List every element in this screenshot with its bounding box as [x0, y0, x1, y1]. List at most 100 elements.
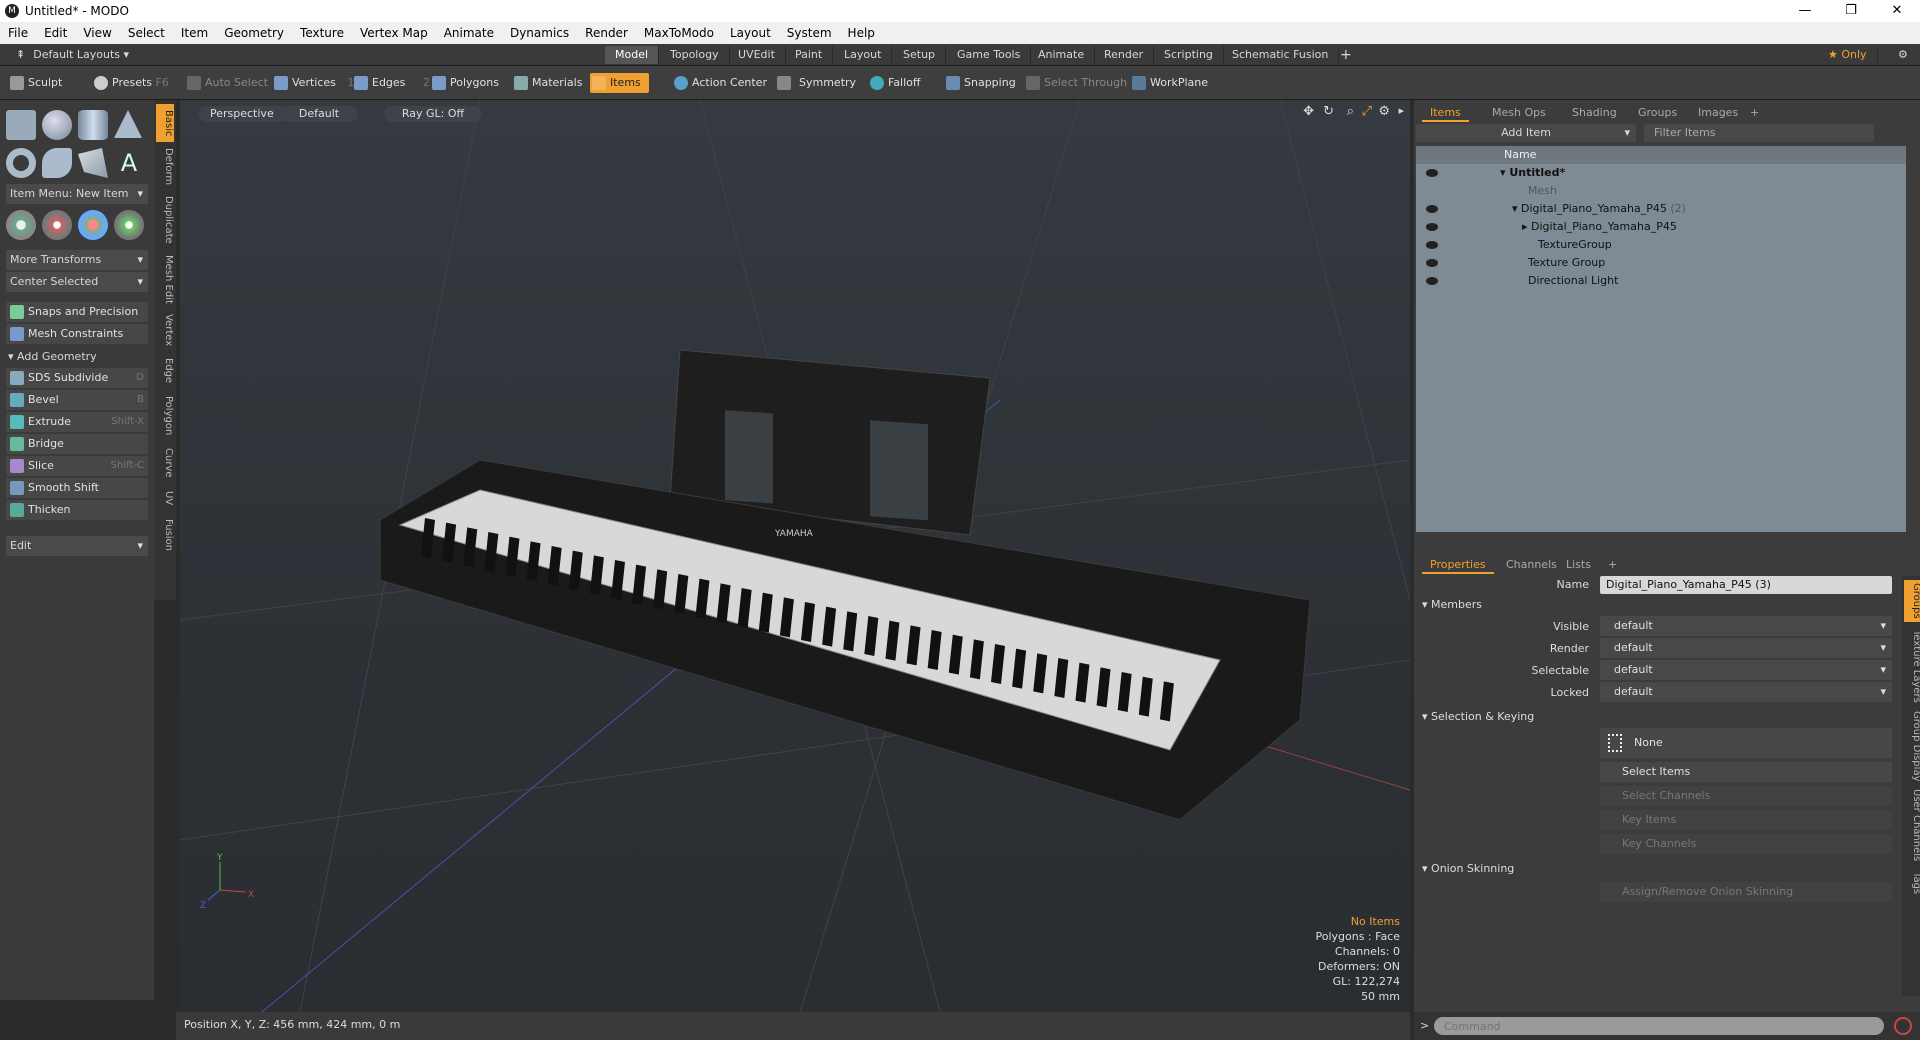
menu-select[interactable]: Select	[120, 26, 173, 40]
vtab-vertex[interactable]: Vertex	[156, 310, 174, 350]
tab-lists[interactable]: Lists	[1558, 556, 1599, 574]
tab-render[interactable]: Render	[1094, 46, 1155, 64]
menu-layout[interactable]: Layout	[722, 26, 779, 40]
select-items-button[interactable]: Select Items	[1600, 762, 1892, 782]
eye-icon[interactable]	[1426, 223, 1438, 231]
menu-help[interactable]: Help	[840, 26, 883, 40]
tab-properties[interactable]: Properties	[1422, 556, 1494, 574]
vtab-uv[interactable]: UV	[156, 486, 174, 510]
menu-view[interactable]: View	[75, 26, 119, 40]
key-channels-button[interactable]: Key Channels	[1600, 834, 1892, 854]
workplane-button[interactable]: WorkPlane	[1130, 73, 1208, 93]
name-field[interactable]: Digital_Piano_Yamaha_P45 (3)	[1600, 576, 1892, 594]
center-selected-dropdown[interactable]: Center Selected	[6, 272, 148, 292]
tree-row-piano-mesh[interactable]: ▸ Digital_Piano_Yamaha_P45	[1416, 218, 1906, 236]
rotate-tool-icon[interactable]	[78, 210, 108, 240]
cylinder-icon[interactable]	[78, 110, 108, 140]
filter-items-input[interactable]: Filter Items	[1644, 124, 1874, 142]
tab-layout[interactable]: Layout	[834, 46, 893, 64]
scale-tool-icon[interactable]	[114, 210, 144, 240]
vtab-fusion[interactable]: Fusion	[156, 514, 174, 556]
falloff-button[interactable]: Falloff	[868, 73, 920, 93]
onion-skinning-button[interactable]: Assign/Remove Onion Skinning	[1600, 882, 1892, 902]
capsule-icon[interactable]	[42, 148, 72, 178]
tab-animate[interactable]: Animate	[1028, 46, 1096, 64]
visible-dropdown[interactable]: default	[1600, 616, 1892, 636]
command-input[interactable]	[1434, 1017, 1884, 1035]
auto-select-button[interactable]: Auto Select	[185, 73, 268, 93]
vtab-polygon[interactable]: Polygon	[156, 392, 174, 440]
vtab-duplicate[interactable]: Duplicate	[156, 192, 174, 248]
default-layouts-dropdown[interactable]: ⇞ Default Layouts ▾	[6, 46, 139, 64]
eye-icon[interactable]	[1426, 169, 1438, 177]
tree-row-mesh[interactable]: Mesh	[1416, 182, 1906, 200]
edit-dropdown[interactable]: Edit	[6, 536, 148, 556]
only-toggle[interactable]: ★ Only	[1818, 46, 1878, 64]
vtab-tags[interactable]: Tags	[1904, 868, 1920, 898]
bridge-button[interactable]: Bridge	[6, 434, 148, 454]
menu-texture[interactable]: Texture	[292, 26, 352, 40]
add-panel-tab[interactable]: +	[1742, 104, 1767, 122]
transform-tool-icon[interactable]	[42, 210, 72, 240]
materials-button[interactable]: Materials	[512, 73, 582, 93]
vtab-group-display[interactable]: Group Display	[1904, 710, 1920, 782]
tab-groups[interactable]: Groups	[1630, 104, 1685, 122]
add-properties-tab[interactable]: +	[1600, 556, 1625, 574]
vertices-button[interactable]: Vertices 1	[272, 73, 354, 93]
vtab-groups[interactable]: Groups	[1904, 580, 1920, 622]
text-icon[interactable]: A	[114, 148, 144, 178]
tab-paint[interactable]: Paint	[785, 46, 834, 64]
more-transforms-dropdown[interactable]: More Transforms	[6, 250, 148, 270]
eye-icon[interactable]	[1426, 241, 1438, 249]
mesh-constraints-button[interactable]: Mesh Constraints	[6, 324, 148, 344]
menu-file[interactable]: File	[0, 26, 36, 40]
snapping-button[interactable]: Snapping	[944, 73, 1016, 93]
minimize-button[interactable]: —	[1782, 0, 1828, 22]
3d-viewport[interactable]: Perspective Default Ray GL: Off ✥ ↻ ⌕ ⤢ …	[180, 100, 1410, 1012]
tab-channels[interactable]: Channels	[1498, 556, 1565, 574]
menu-vertex-map[interactable]: Vertex Map	[352, 26, 436, 40]
cube-icon[interactable]	[6, 110, 36, 140]
menu-item[interactable]: Item	[173, 26, 216, 40]
item-menu-dropdown[interactable]: Item Menu: New Item	[6, 184, 148, 204]
add-geometry-header[interactable]: ▾ Add Geometry	[8, 350, 97, 363]
tree-row-directional-light[interactable]: Directional Light	[1416, 272, 1906, 290]
maximize-button[interactable]: ❐	[1828, 0, 1874, 22]
vtab-texture-layers[interactable]: Texture Layers	[1904, 626, 1920, 706]
snaps-precision-button[interactable]: Snaps and Precision	[6, 302, 148, 322]
eye-icon[interactable]	[1426, 277, 1438, 285]
presets-button[interactable]: Presets F6	[92, 73, 169, 93]
menu-system[interactable]: System	[779, 26, 840, 40]
record-icon[interactable]	[1894, 1017, 1912, 1035]
slice-button[interactable]: Slice Shift-C	[6, 456, 148, 476]
menu-render[interactable]: Render	[577, 26, 636, 40]
tab-items[interactable]: Items	[1422, 104, 1469, 122]
add-tab-button[interactable]: +	[1330, 46, 1362, 64]
render-dropdown[interactable]: default	[1600, 638, 1892, 658]
tab-images[interactable]: Images	[1690, 104, 1746, 122]
tab-scripting[interactable]: Scripting	[1154, 46, 1224, 64]
selection-keying-section[interactable]: ▾ Selection & Keying	[1422, 710, 1534, 723]
members-section[interactable]: ▾ Members	[1422, 598, 1482, 611]
tab-topology[interactable]: Topology	[660, 46, 730, 64]
items-mode-button[interactable]: Items	[590, 73, 649, 93]
tab-mesh-ops[interactable]: Mesh Ops	[1484, 104, 1554, 122]
menu-edit[interactable]: Edit	[36, 26, 75, 40]
bevel-button[interactable]: Bevel B	[6, 390, 148, 410]
key-items-button[interactable]: Key Items	[1600, 810, 1892, 830]
selectable-dropdown[interactable]: default	[1600, 660, 1892, 680]
tab-game-tools[interactable]: Game Tools	[947, 46, 1032, 64]
onion-skinning-section[interactable]: ▾ Onion Skinning	[1422, 862, 1514, 875]
eye-icon[interactable]	[1426, 205, 1438, 213]
menu-dynamics[interactable]: Dynamics	[502, 26, 577, 40]
close-button[interactable]: ✕	[1874, 0, 1920, 22]
tab-uvedit[interactable]: UVEdit	[728, 46, 786, 64]
gear-icon[interactable]: ⚙	[1888, 46, 1918, 64]
eye-icon[interactable]	[1426, 259, 1438, 267]
vtab-deform[interactable]: Deform	[156, 146, 174, 188]
thicken-button[interactable]: Thicken	[6, 500, 148, 520]
sphere-icon[interactable]	[42, 110, 72, 140]
tab-schematic-fusion[interactable]: Schematic Fusion	[1222, 46, 1340, 64]
select-channels-button[interactable]: Select Channels	[1600, 786, 1892, 806]
vtab-edge[interactable]: Edge	[156, 354, 174, 388]
